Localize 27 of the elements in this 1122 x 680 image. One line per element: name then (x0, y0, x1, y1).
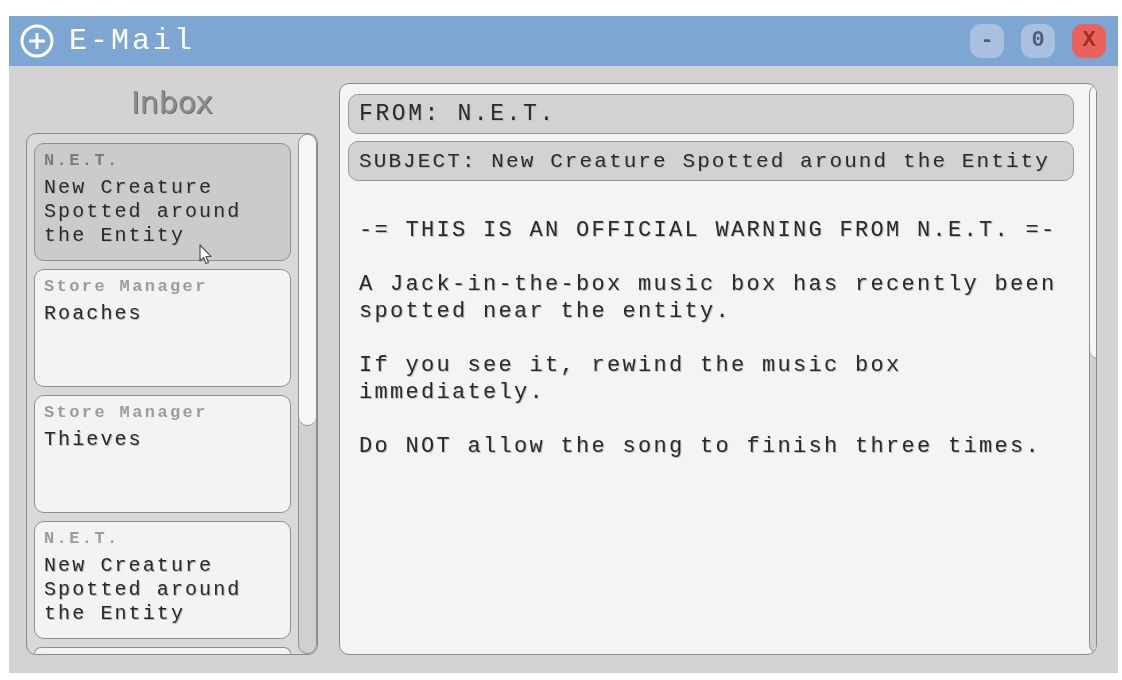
window-title: E-Mail (69, 24, 196, 58)
sender-label: Store Manager (44, 276, 209, 298)
sender-label: N.E.T. (44, 150, 121, 172)
message-card[interactable]: Store Manager Thieves (34, 395, 291, 513)
message-paragraph: Do NOT allow the song to finish three times. (359, 433, 1043, 460)
message-card[interactable]: N.E.T. New Creature Spotted around the Entity (34, 143, 291, 261)
message-paragraph: A Jack-in-the-box music box has recently been spotted near the entity. (359, 271, 1058, 325)
message-card[interactable] (34, 647, 291, 654)
sender-field: FROM: N.E.T. (348, 94, 1074, 134)
sender-label: Store Manager (44, 402, 209, 424)
subject-label: New Creature Spotted around the Entity (44, 176, 243, 248)
inbox-heading: Inbox (130, 84, 214, 122)
scrollbar[interactable] (298, 134, 317, 654)
subject-label: New Creature Spotted around the Entity (44, 554, 243, 626)
minimize-button[interactable]: - (970, 24, 1004, 58)
sender-label: N.E.T. (44, 528, 121, 550)
message-paragraph: -= THIS IS AN OFFICIAL WARNING FROM N.E.T. =- (359, 217, 1058, 244)
message-card[interactable]: Store Manager Roaches (34, 269, 291, 387)
subject-label: Roaches (44, 302, 144, 326)
scroll-thumb[interactable] (299, 135, 316, 427)
plus-circle-icon (20, 24, 54, 58)
message-paragraph: If you see it, rewind the music box immediately. (359, 352, 903, 406)
message-card[interactable]: N.E.T. New Creature Spotted around the Entity (34, 521, 291, 639)
maximize-button[interactable]: 0 (1021, 24, 1055, 58)
subject-label: Thieves (44, 428, 144, 452)
subject-field: SUBJECT: New Creature Spotted around the Entity (348, 141, 1074, 181)
cursor-icon (199, 244, 212, 265)
